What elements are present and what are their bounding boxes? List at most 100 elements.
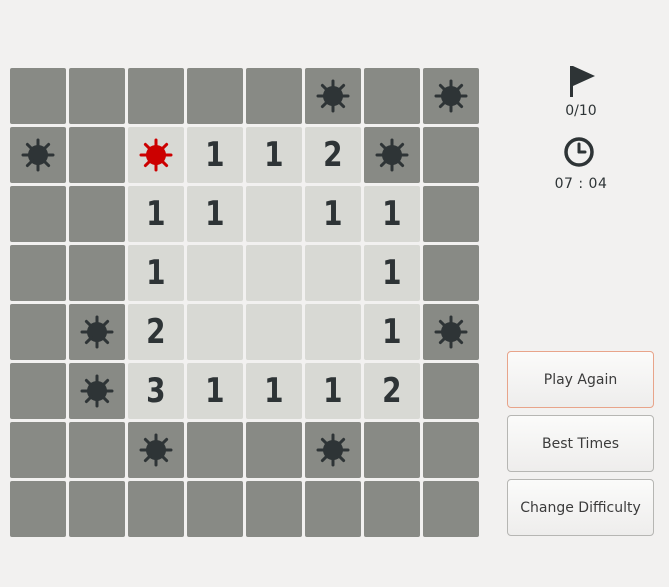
board-cell[interactable] <box>10 481 66 537</box>
board-cell <box>246 186 302 242</box>
board-cell <box>364 127 420 183</box>
board-cell <box>305 245 361 301</box>
mine-count-number: 1 <box>323 194 343 234</box>
board-cell: 1 <box>128 245 184 301</box>
mine-count-number: 1 <box>205 194 225 234</box>
mine-icon <box>375 138 409 172</box>
board-cell[interactable] <box>187 422 243 478</box>
board-cell[interactable] <box>10 422 66 478</box>
board-cell[interactable] <box>246 68 302 124</box>
board-cell[interactable] <box>423 186 479 242</box>
mine-icon <box>316 433 350 467</box>
mine-count-number: 2 <box>323 135 343 175</box>
change-difficulty-button[interactable]: Change Difficulty <box>507 479 654 536</box>
board-cell <box>10 127 66 183</box>
mine-count-number: 3 <box>146 371 166 411</box>
board-cell <box>246 245 302 301</box>
board-cell[interactable] <box>69 422 125 478</box>
board-cell: 1 <box>305 363 361 419</box>
board-cell: 1 <box>187 127 243 183</box>
board-cell <box>305 422 361 478</box>
side-panel: 0/10 07 : 04 Play Again Best Times Chang… <box>506 0 656 587</box>
mine-icon <box>80 315 114 349</box>
board-cell: 1 <box>364 245 420 301</box>
board-cell: 2 <box>128 304 184 360</box>
board-cell <box>69 304 125 360</box>
board-cell <box>187 304 243 360</box>
board-cell <box>69 363 125 419</box>
board-cell[interactable] <box>69 481 125 537</box>
board-cell[interactable] <box>69 127 125 183</box>
board-cell <box>423 68 479 124</box>
board-cell[interactable] <box>364 422 420 478</box>
board-cell[interactable] <box>423 245 479 301</box>
mine-icon <box>139 433 173 467</box>
board-cell[interactable] <box>246 481 302 537</box>
board-cell: 1 <box>305 186 361 242</box>
board-cell: 1 <box>364 186 420 242</box>
mine-count-number: 1 <box>382 312 402 352</box>
board-cell <box>128 127 184 183</box>
board-cell <box>187 245 243 301</box>
board-cell[interactable] <box>423 422 479 478</box>
board-cell[interactable] <box>128 481 184 537</box>
flag-icon <box>570 66 595 97</box>
mine-count-number: 1 <box>264 371 284 411</box>
clock-icon <box>564 137 594 167</box>
board-cell: 1 <box>128 186 184 242</box>
mine-icon <box>434 79 468 113</box>
mine-count-number: 1 <box>382 194 402 234</box>
board-cell: 1 <box>187 363 243 419</box>
board-cell[interactable] <box>246 422 302 478</box>
mine-icon <box>21 138 55 172</box>
board-cell <box>305 68 361 124</box>
board-cell: 2 <box>305 127 361 183</box>
exploded-mine-icon <box>139 138 173 172</box>
mine-count-number: 1 <box>323 371 343 411</box>
minesweeper-window: 1121111112131112 0/10 07 : 04 Play Again… <box>0 0 669 587</box>
board-cell[interactable] <box>69 245 125 301</box>
board-cell: 1 <box>187 186 243 242</box>
mine-count-number: 1 <box>264 135 284 175</box>
board-cell: 1 <box>246 363 302 419</box>
board-cell[interactable] <box>364 481 420 537</box>
board-cell[interactable] <box>10 245 66 301</box>
board-cell[interactable] <box>187 68 243 124</box>
board-cell <box>423 304 479 360</box>
mine-count-number: 2 <box>382 371 402 411</box>
mine-icon <box>316 79 350 113</box>
mine-count-number: 1 <box>146 194 166 234</box>
board-cell[interactable] <box>128 68 184 124</box>
board-cell <box>246 304 302 360</box>
board-cell <box>305 304 361 360</box>
minefield-board: 1121111112131112 <box>10 68 482 538</box>
mine-count-number: 1 <box>382 253 402 293</box>
flag-counter: 0/10 <box>565 103 597 119</box>
mine-count-number: 1 <box>146 253 166 293</box>
board-cell: 3 <box>128 363 184 419</box>
board-cell[interactable] <box>364 68 420 124</box>
board-cell: 1 <box>246 127 302 183</box>
board-cell[interactable] <box>423 363 479 419</box>
play-again-button[interactable]: Play Again <box>507 351 654 408</box>
board-cell[interactable] <box>69 186 125 242</box>
mine-count-number: 1 <box>205 135 225 175</box>
board-cell[interactable] <box>10 68 66 124</box>
board-cell: 1 <box>364 304 420 360</box>
mine-icon <box>80 374 114 408</box>
mine-icon <box>434 315 468 349</box>
elapsed-timer: 07 : 04 <box>554 176 608 192</box>
board-cell[interactable] <box>10 304 66 360</box>
board-cell: 2 <box>364 363 420 419</box>
board-cell <box>128 422 184 478</box>
board-cell[interactable] <box>423 481 479 537</box>
mine-count-number: 1 <box>205 371 225 411</box>
board-cell[interactable] <box>423 127 479 183</box>
board-cell[interactable] <box>305 481 361 537</box>
board-cell[interactable] <box>69 68 125 124</box>
board-cell[interactable] <box>10 186 66 242</box>
board-cell[interactable] <box>187 481 243 537</box>
mine-count-number: 2 <box>146 312 166 352</box>
best-times-button[interactable]: Best Times <box>507 415 654 472</box>
board-cell[interactable] <box>10 363 66 419</box>
